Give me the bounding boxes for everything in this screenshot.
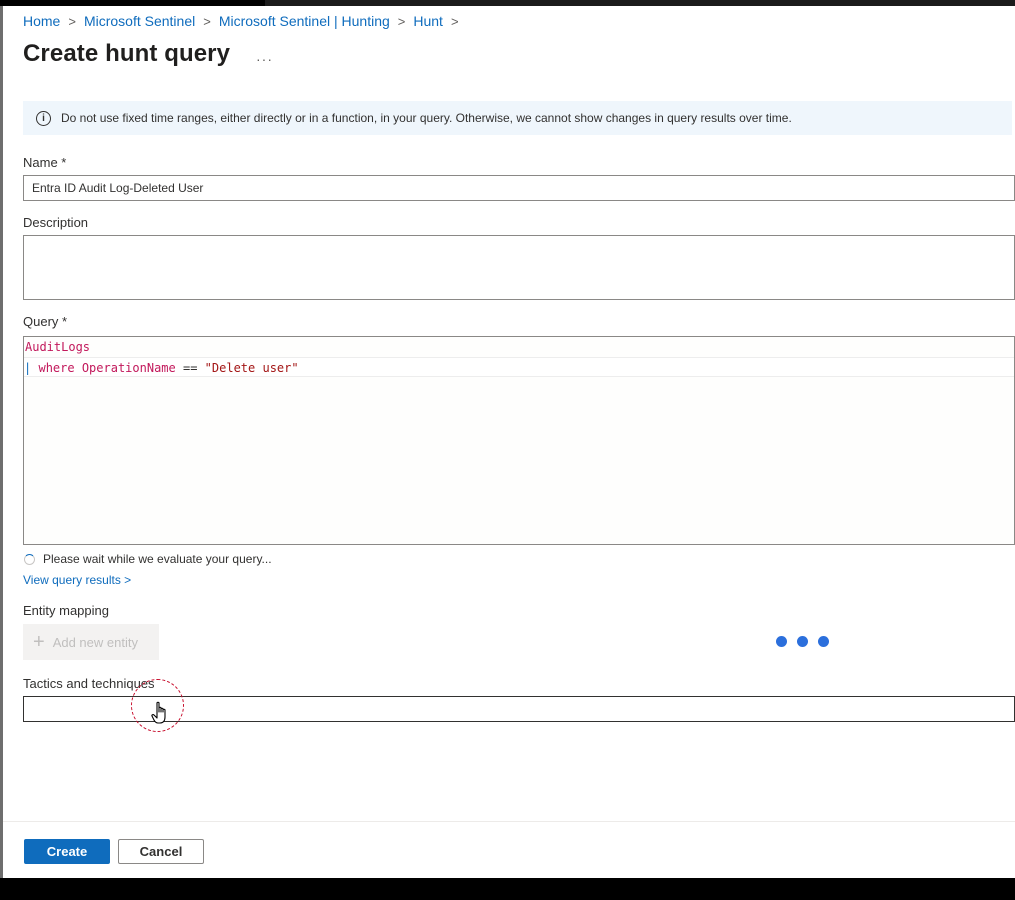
add-new-entity-label: Add new entity	[52, 634, 138, 650]
query-evaluation-status: Please wait while we evaluate your query…	[24, 552, 272, 566]
name-input[interactable]: Entra ID Audit Log-Deleted User	[23, 175, 1015, 201]
chevron-right-icon: >	[203, 13, 211, 29]
breadcrumb-home[interactable]: Home	[23, 13, 60, 29]
name-label: Name *	[23, 155, 67, 170]
description-label: Description	[23, 215, 89, 230]
hand-cursor-icon	[151, 701, 166, 724]
evaluating-text: Please wait while we evaluate your query…	[43, 552, 272, 566]
pipe-token: |	[24, 361, 32, 375]
entity-mapping-label: Entity mapping	[23, 603, 109, 618]
chevron-right-icon: >	[68, 13, 76, 29]
loading-dot	[776, 636, 787, 647]
breadcrumb-sentinel-hunting[interactable]: Microsoft Sentinel | Hunting	[219, 13, 390, 29]
more-options-icon[interactable]: ···	[256, 51, 273, 67]
breadcrumb-hunt[interactable]: Hunt	[413, 13, 443, 29]
loading-dot	[797, 636, 808, 647]
spinner-icon	[24, 553, 35, 565]
query-line-2: | where OperationName == "Delete user"	[24, 357, 1014, 377]
keyword-token: where	[38, 361, 75, 375]
breadcrumb-microsoft-sentinel[interactable]: Microsoft Sentinel	[84, 13, 195, 29]
plus-icon: +	[33, 630, 45, 653]
chevron-right-icon: >	[397, 13, 406, 29]
loading-dot	[818, 636, 829, 647]
page-title: Create hunt query	[23, 40, 231, 67]
cancel-button[interactable]: Cancel	[118, 839, 204, 864]
footer-divider	[3, 821, 1015, 822]
breadcrumb: Home > Microsoft Sentinel > Microsoft Se…	[23, 13, 467, 29]
bottom-bar	[0, 878, 1015, 900]
description-textarea[interactable]	[23, 235, 1015, 300]
query-editor[interactable]: AuditLogs | where OperationName == "Dele…	[23, 336, 1015, 545]
add-new-entity-button[interactable]: + Add new entity	[23, 624, 159, 660]
info-icon: i	[36, 110, 51, 126]
info-banner-text: Do not use fixed time ranges, either dir…	[61, 111, 792, 125]
loading-dots-icon	[776, 636, 839, 647]
string-token: "Delete user"	[204, 361, 299, 375]
chevron-right-icon: >	[450, 13, 459, 29]
query-line-1: AuditLogs	[25, 340, 91, 354]
tactics-label: Tactics and techniques	[23, 676, 155, 691]
operator-token: ==	[182, 361, 198, 375]
field-token: OperationName	[81, 361, 176, 375]
info-banner: i Do not use fixed time ranges, either d…	[23, 101, 1012, 135]
view-query-results-link[interactable]: View query results >	[23, 573, 131, 587]
create-button[interactable]: Create	[24, 839, 110, 864]
query-label: Query *	[23, 314, 68, 329]
